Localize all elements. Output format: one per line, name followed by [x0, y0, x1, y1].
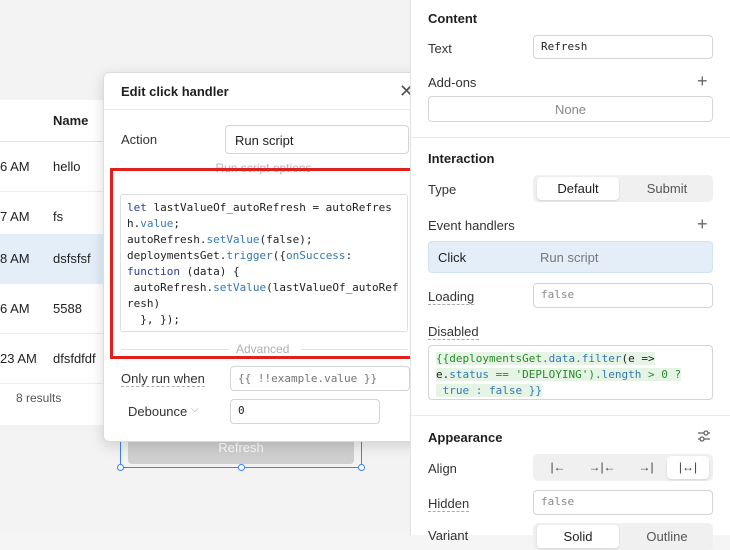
addons-select[interactable]: None [428, 96, 713, 122]
code-token: > 0 ? [641, 368, 682, 381]
resize-handle[interactable] [238, 464, 245, 471]
code-token: (e => [621, 352, 655, 365]
column-header-name[interactable]: Name [53, 113, 88, 128]
hidden-value: false [541, 495, 575, 508]
debounce-label[interactable]: Debounce [128, 404, 187, 419]
plus-icon[interactable]: + [697, 214, 708, 235]
code-token: length [601, 368, 642, 381]
highlight-box [110, 168, 413, 359]
interaction-section-title: Interaction [428, 151, 495, 166]
type-label: Type [428, 182, 457, 197]
plus-icon[interactable]: + [697, 71, 708, 92]
text-label: Text [428, 41, 452, 56]
cell-time: 7 AM [0, 209, 30, 224]
type-segmented-control: Default Submit [533, 175, 713, 202]
results-count: 8 results [16, 391, 62, 405]
only-run-when-label: Only run when [121, 371, 205, 387]
code-token: e. [436, 368, 450, 381]
cell-name: fs [53, 209, 64, 224]
resize-handle[interactable] [117, 464, 124, 471]
variant-segmented-control: Solid Outline [533, 523, 713, 550]
loading-value: false [541, 288, 575, 301]
cell-name: 5588 [53, 301, 82, 316]
divider [411, 415, 730, 416]
hidden-label: Hidden [428, 496, 470, 512]
align-left-icon[interactable]: |← [537, 456, 579, 479]
inspector-panel: Content Text Refresh Add-ons + None Inte… [410, 0, 730, 550]
cell-name: dsfsfsf [53, 251, 91, 266]
loading-label: Loading [428, 289, 475, 305]
event-handlers-label: Event handlers [428, 218, 515, 233]
code-token: == 'DEPLOYING'). [489, 368, 602, 381]
event-handler-item[interactable]: Click Run script [428, 241, 713, 273]
only-run-when-input[interactable] [230, 366, 410, 391]
variant-option-solid[interactable]: Solid [537, 525, 619, 548]
chevron-down-icon[interactable]: ⌵ [191, 404, 199, 415]
debounce-value: 0 [238, 404, 245, 417]
code-token: status [449, 368, 489, 381]
divider [104, 109, 423, 110]
align-stretch-icon[interactable]: |↔| [667, 456, 709, 479]
loading-input[interactable]: false [533, 283, 713, 308]
debounce-input[interactable]: 0 [230, 399, 380, 424]
text-value: Refresh [541, 40, 588, 53]
type-option-default[interactable]: Default [537, 177, 619, 200]
disabled-code-input[interactable]: {{deploymentsGet.data.filter(e => e.stat… [428, 345, 713, 400]
sliders-icon[interactable] [696, 428, 712, 444]
resize-handle[interactable] [358, 464, 365, 471]
disabled-label: Disabled [428, 324, 479, 340]
divider [411, 137, 730, 138]
dialog-title: Edit click handler [121, 84, 229, 99]
action-label: Action [121, 132, 158, 147]
code-token: data [548, 352, 576, 365]
content-section-title: Content [428, 11, 478, 26]
variant-option-outline[interactable]: Outline [625, 525, 709, 548]
text-input[interactable]: Refresh [533, 35, 713, 59]
code-token: {{deploymentsGet. [436, 352, 549, 365]
appearance-section-title: Appearance [428, 430, 503, 445]
align-center-icon[interactable]: →|← [581, 456, 623, 479]
variant-label: Variant [428, 528, 469, 543]
addons-label: Add-ons [428, 75, 477, 90]
event-name: Click [438, 250, 467, 265]
type-option-submit[interactable]: Submit [625, 177, 709, 200]
cell-name: dfsfdfdf [53, 351, 96, 366]
cell-time: 6 AM [0, 301, 30, 316]
addons-value: None [554, 102, 587, 117]
cell-name: hello [53, 159, 81, 174]
chevron-down-icon: ⌵ [235, 132, 244, 144]
action-select[interactable]: Run script ⌵ [225, 125, 409, 154]
cell-time: 6 AM [0, 159, 30, 174]
event-action: Run script [540, 250, 599, 265]
align-right-icon[interactable]: →| [625, 456, 667, 479]
code-token: true : false }} [436, 384, 542, 397]
align-segmented-control: |← →|← →| |↔| [533, 454, 713, 481]
hidden-input[interactable]: false [533, 490, 713, 515]
code-token: . [575, 352, 582, 365]
cell-time: 23 AM [0, 351, 37, 366]
code-token: filter [581, 352, 622, 365]
align-label: Align [428, 461, 457, 476]
cell-time: 8 AM [0, 251, 30, 266]
